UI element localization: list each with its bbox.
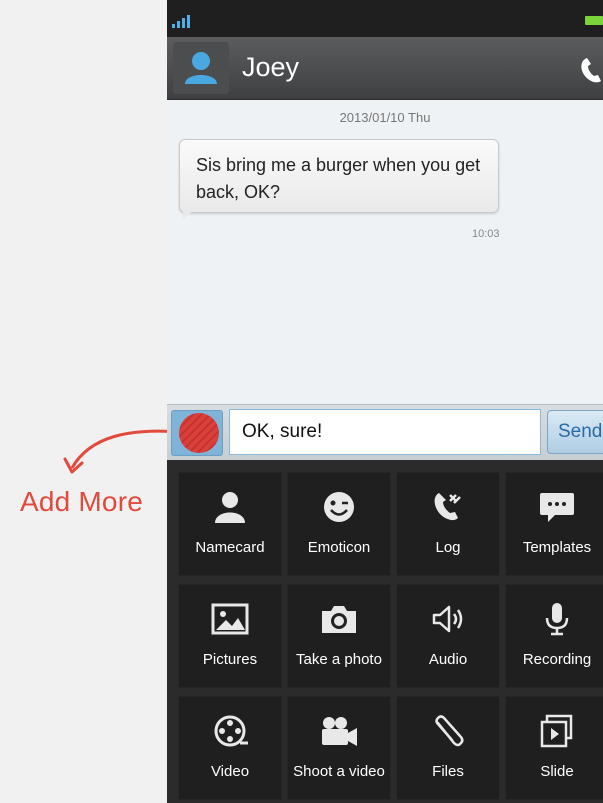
- tile-label: Emoticon: [307, 539, 371, 556]
- speaker-icon: [432, 605, 463, 633]
- attach-log-button[interactable]: Log: [396, 472, 500, 576]
- tile-label: Pictures: [202, 651, 258, 668]
- tile-label: Recording: [522, 651, 592, 668]
- add-more-button[interactable]: [171, 410, 223, 456]
- tile-label: Shoot a video: [293, 763, 385, 780]
- signal-bars-icon: [172, 14, 194, 28]
- tile-label: Audio: [428, 651, 468, 668]
- attach-namecard-button[interactable]: Namecard: [178, 472, 282, 576]
- message-bubble[interactable]: Sis bring me a burger when you get back,…: [179, 139, 499, 213]
- picture-icon: [211, 603, 249, 635]
- message-bubble-tail: [183, 211, 193, 219]
- composer-bar: Send: [167, 404, 603, 461]
- attach-templates-button[interactable]: Templates: [505, 472, 603, 576]
- contact-name: Joey: [242, 52, 300, 82]
- add-more-annotation-label: Add More: [20, 486, 143, 517]
- tile-label: Namecard: [195, 539, 265, 556]
- call-log-icon: [434, 493, 461, 521]
- send-button[interactable]: Send: [547, 410, 603, 454]
- attach-audio-button[interactable]: Audio: [396, 584, 500, 688]
- message-list: 2013/01/10 Thu Sis bring me a burger whe…: [167, 100, 603, 404]
- tile-label: Files: [432, 763, 464, 780]
- attach-shoot-video-button[interactable]: Shoot a video: [287, 696, 391, 800]
- attachment-panel: Namecard Emoticon Log Templates Pictures: [167, 460, 603, 803]
- battery-icon: [585, 16, 603, 25]
- paperclip-icon: [435, 715, 464, 747]
- attach-slide-button[interactable]: Slide: [505, 696, 603, 800]
- contact-avatar[interactable]: [173, 42, 229, 94]
- attach-recording-button[interactable]: Recording: [505, 584, 603, 688]
- microphone-icon: [545, 603, 569, 636]
- speech-bubble-icon: [540, 493, 574, 522]
- attach-video-button[interactable]: Video: [178, 696, 282, 800]
- attachment-grid: Namecard Emoticon Log Templates Pictures: [178, 472, 603, 800]
- message-input[interactable]: [229, 409, 541, 455]
- tile-label: Take a photo: [296, 651, 382, 668]
- tile-label: Log: [435, 539, 461, 556]
- person-icon: [215, 492, 245, 523]
- slideshow-icon: [540, 714, 573, 748]
- tile-label: Slide: [540, 763, 574, 780]
- tile-label: Templates: [522, 539, 592, 556]
- attach-files-button[interactable]: Files: [396, 696, 500, 800]
- camera-icon: [322, 606, 356, 633]
- conversation-header: Joey: [167, 37, 603, 100]
- date-separator: 2013/01/10 Thu: [339, 110, 431, 125]
- attach-emoticon-button[interactable]: Emoticon: [287, 472, 391, 576]
- status-bar: [167, 0, 603, 37]
- tile-label: Video: [210, 763, 250, 780]
- phone-screen: Joey 2013/01/10 Thu Sis bring me a burge…: [167, 0, 603, 803]
- video-camera-icon: [322, 717, 357, 746]
- phone-icon[interactable]: [577, 54, 603, 84]
- attach-pictures-button[interactable]: Pictures: [178, 584, 282, 688]
- message-timestamp: 10:03: [472, 228, 500, 240]
- smiley-icon: [324, 492, 354, 522]
- person-icon: [185, 52, 217, 84]
- add-more-icon: [179, 413, 219, 453]
- film-reel-icon: [214, 715, 248, 747]
- attach-take-photo-button[interactable]: Take a photo: [287, 584, 391, 688]
